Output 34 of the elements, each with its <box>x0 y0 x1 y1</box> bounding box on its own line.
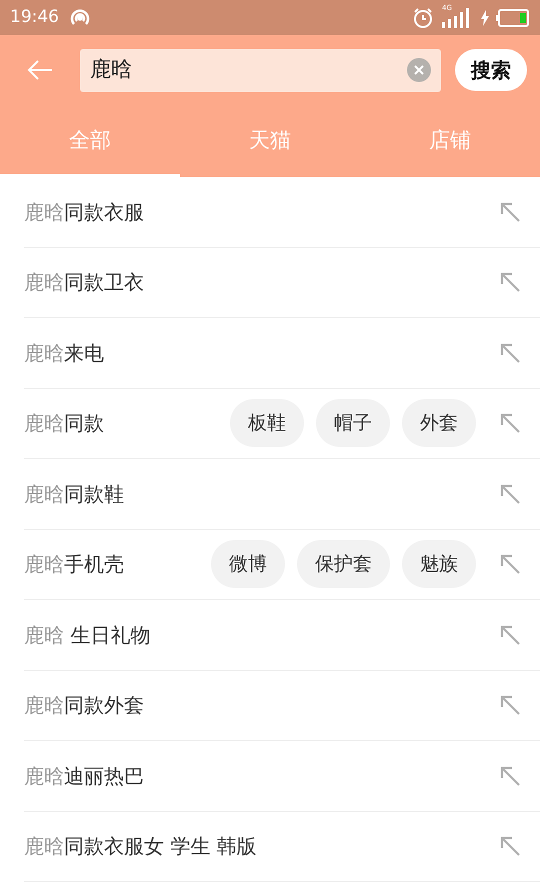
fill-arrow-icon[interactable] <box>500 836 520 856</box>
fill-arrow-icon[interactable] <box>500 766 520 786</box>
search-field[interactable]: 鹿晗 <box>80 48 441 92</box>
clear-icon[interactable] <box>407 58 431 82</box>
suggestion-text[interactable]: 鹿晗同款衣服女 学生 韩版 <box>24 831 257 862</box>
status-time: 19:46 <box>10 6 59 29</box>
keyword-chip[interactable]: 外套 <box>402 399 476 448</box>
keyword-chip[interactable]: 魅族 <box>402 540 476 588</box>
keyword-chip[interactable]: 帽子 <box>316 399 390 448</box>
fill-arrow-icon[interactable] <box>500 554 520 574</box>
search-button[interactable]: 搜索 <box>455 49 527 91</box>
fill-arrow-icon[interactable] <box>500 695 520 716</box>
keyword-chip[interactable]: 保护套 <box>297 540 390 588</box>
suggestion-text[interactable]: 鹿晗同款外套 <box>24 690 144 720</box>
alarm-icon <box>412 6 434 28</box>
suggestion-text[interactable]: 鹿晗 生日礼物 <box>24 620 150 650</box>
suggestion-text[interactable]: 鹿晗来电 <box>24 338 104 368</box>
keyword-chip[interactable]: 板鞋 <box>230 399 304 448</box>
fill-arrow-icon[interactable] <box>500 624 520 645</box>
back-arrow-icon <box>27 59 53 81</box>
fill-arrow-icon[interactable] <box>500 202 520 222</box>
battery-icon <box>496 8 530 26</box>
fill-arrow-icon[interactable] <box>500 272 520 292</box>
charging-icon <box>480 10 490 26</box>
fill-arrow-icon[interactable] <box>500 413 520 434</box>
fill-arrow-icon[interactable] <box>500 484 520 504</box>
suggestion-text[interactable]: 鹿晗迪丽热巴 <box>24 760 144 791</box>
suggestion-text[interactable]: 鹿晗同款衣服 <box>24 196 144 227</box>
fill-arrow-icon[interactable] <box>500 342 520 363</box>
keyword-chip[interactable]: 微博 <box>211 540 285 588</box>
suggestion-text[interactable]: 鹿晗手机壳 <box>24 549 124 580</box>
suggestion-text[interactable]: 鹿晗同款 <box>24 408 104 438</box>
suggestion-text[interactable]: 鹿晗同款鞋 <box>24 478 124 509</box>
suggestion-text[interactable]: 鹿晗同款卫衣 <box>24 267 144 298</box>
